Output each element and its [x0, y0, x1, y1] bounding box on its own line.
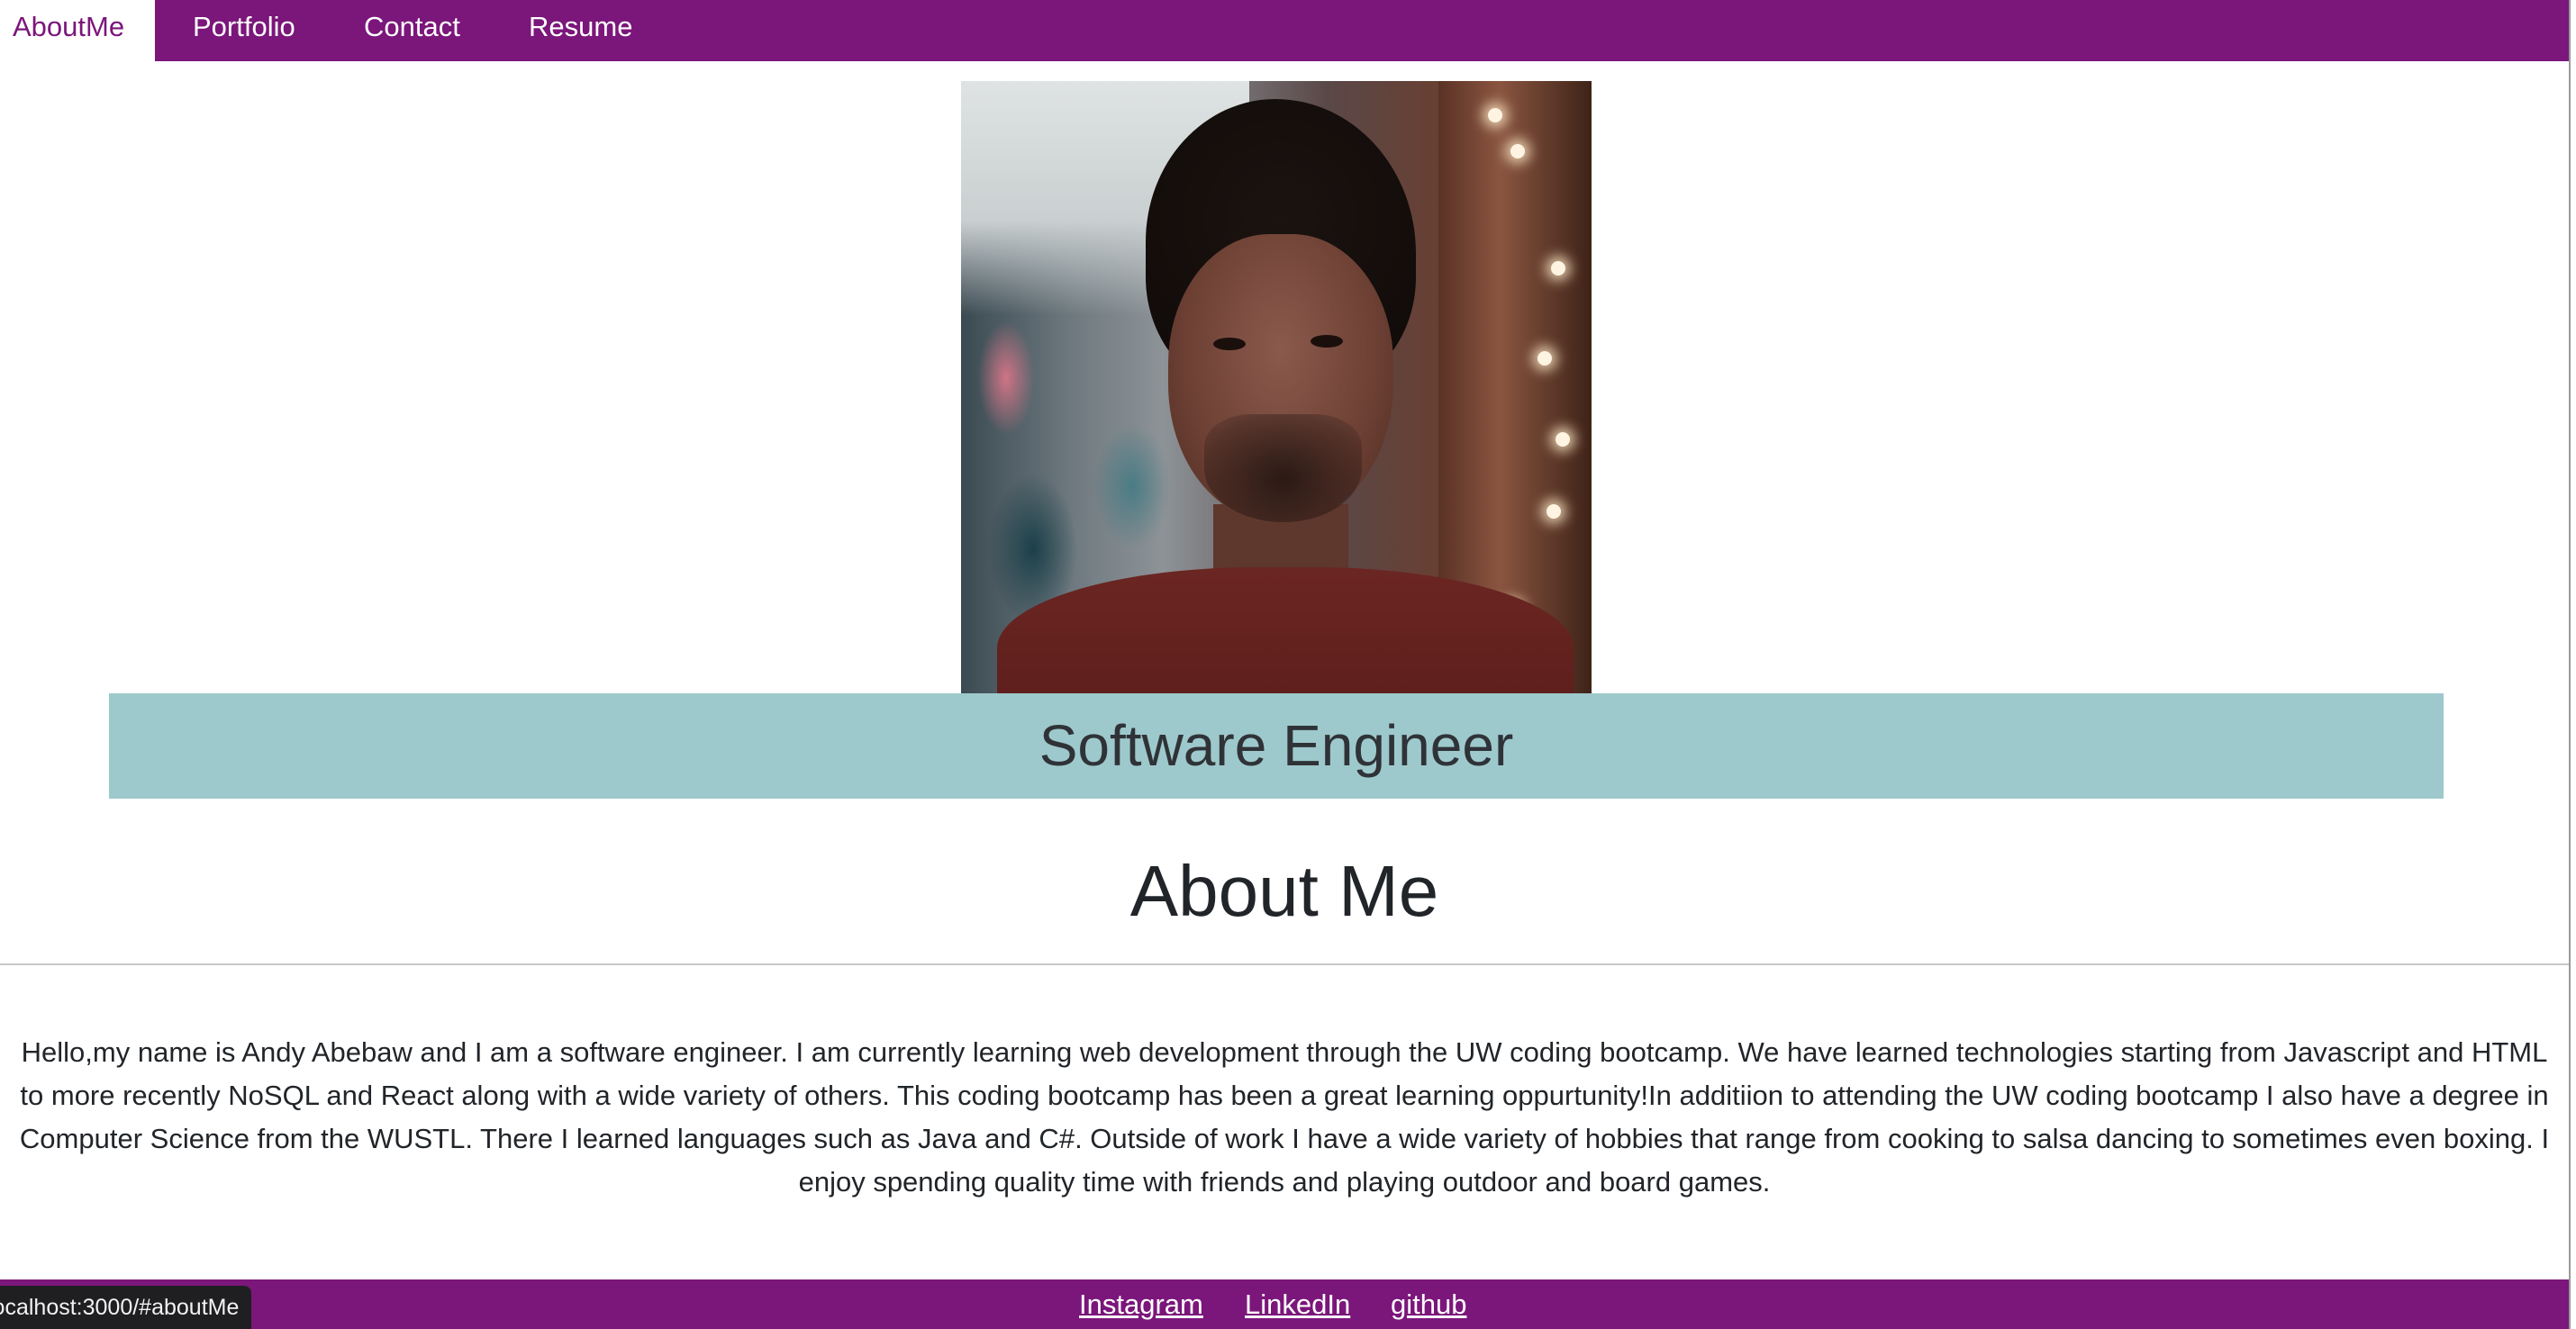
- photo-eye: [1213, 338, 1246, 350]
- string-light: [1556, 432, 1570, 447]
- title-banner: Software Engineer: [109, 693, 2444, 799]
- tab-aboutme[interactable]: AboutMe: [0, 0, 156, 61]
- profile-photo: [961, 81, 1592, 693]
- photo-beard: [1204, 414, 1362, 522]
- tab-portfolio[interactable]: Portfolio: [193, 0, 295, 61]
- github-link[interactable]: github: [1391, 1287, 1466, 1323]
- section-divider: [0, 963, 2569, 965]
- vertical-scrollbar[interactable]: [2569, 0, 2576, 1329]
- tab-resume[interactable]: Resume: [529, 0, 632, 61]
- instagram-link[interactable]: Instagram: [1079, 1287, 1203, 1323]
- string-light: [1547, 504, 1561, 519]
- string-light: [1510, 144, 1525, 158]
- browser-status-url: localhost:3000/#aboutMe: [0, 1286, 252, 1329]
- footer: Instagram LinkedIn github: [0, 1279, 2569, 1329]
- string-light: [1537, 351, 1552, 366]
- string-light: [1551, 261, 1565, 276]
- about-heading: About Me: [1129, 851, 1439, 931]
- string-light: [1488, 108, 1502, 122]
- photo-eye: [1311, 335, 1343, 348]
- tab-contact[interactable]: Contact: [364, 0, 460, 61]
- bio-paragraph: Hello,my name is Andy Abebaw and I am a …: [19, 1036, 2550, 1198]
- top-navbar: AboutMe Portfolio Contact Resume: [0, 0, 2569, 61]
- linkedin-link[interactable]: LinkedIn: [1245, 1287, 1350, 1323]
- banner-title: Software Engineer: [1039, 713, 1514, 778]
- page: AboutMe Portfolio Contact Resume Softwar…: [0, 0, 2569, 1329]
